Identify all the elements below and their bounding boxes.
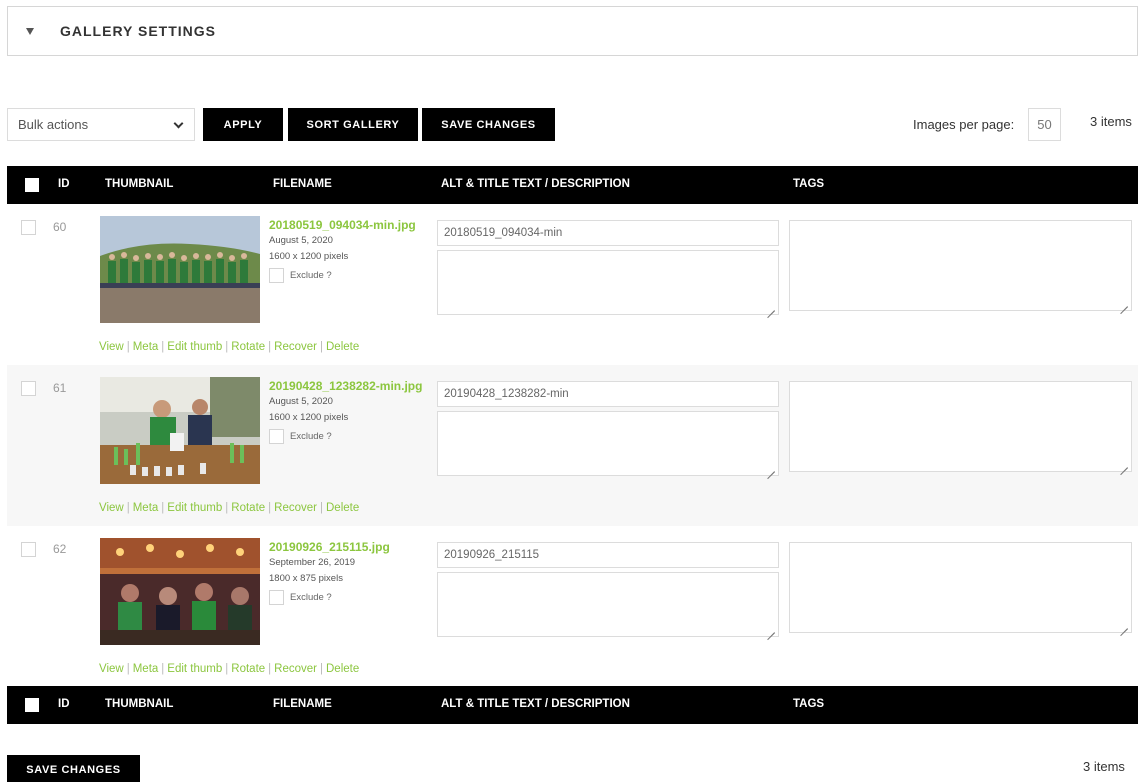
exclude-label: Exclude ? <box>290 270 332 281</box>
tags-textarea[interactable] <box>789 381 1132 472</box>
sort-gallery-button[interactable]: SORT GALLERY <box>288 108 418 141</box>
description-textarea[interactable] <box>437 411 779 476</box>
row-id: 62 <box>53 542 67 556</box>
items-count-bottom: 3 items <box>1083 759 1125 774</box>
resize-grip-icon[interactable] <box>1120 460 1128 468</box>
column-header-thumbnail: THUMBNAIL <box>105 178 174 190</box>
column-header-filename[interactable]: FILENAME <box>273 178 332 190</box>
thumbnail-image[interactable] <box>100 538 260 645</box>
rotate-link[interactable]: Rotate <box>231 502 265 514</box>
delete-link[interactable]: Delete <box>326 502 359 514</box>
resize-grip-icon[interactable] <box>767 303 775 311</box>
select-all-checkbox[interactable] <box>25 178 39 192</box>
row-id: 61 <box>53 381 67 395</box>
file-dimensions: 1600 x 1200 pixels <box>269 251 349 262</box>
meta-link[interactable]: Meta <box>133 341 159 353</box>
rotate-link[interactable]: Rotate <box>231 341 265 353</box>
filename-link[interactable]: 20180519_094034-min.jpg <box>269 218 416 232</box>
column-header-alt-title: ALT & TITLE TEXT / DESCRIPTION <box>441 698 630 710</box>
save-changes-bottom-button[interactable]: SAVE CHANGES <box>7 755 140 782</box>
exclude-checkbox[interactable] <box>269 590 284 605</box>
view-link[interactable]: View <box>99 341 124 353</box>
meta-link[interactable]: Meta <box>133 502 159 514</box>
alt-title-input[interactable]: 20180519_094034-min <box>437 220 779 246</box>
images-per-page-label: Images per page: <box>913 117 1015 132</box>
gallery-settings-panel[interactable]: GALLERY SETTINGS <box>7 6 1138 56</box>
exclude-label: Exclude ? <box>290 431 332 442</box>
edit-thumb-link[interactable]: Edit thumb <box>167 502 222 514</box>
gallery-settings-title: GALLERY SETTINGS <box>60 23 217 39</box>
bulk-actions-label: Bulk actions <box>18 117 89 132</box>
file-dimensions: 1600 x 1200 pixels <box>269 412 349 423</box>
table-row: 62 20190926_215115.jpg September 26, 201… <box>7 526 1138 687</box>
row-actions: View | Meta | Edit thumb | Rotate | Recover | Dele… <box>99 341 360 353</box>
resize-grip-icon[interactable] <box>767 464 775 472</box>
row-actions: View | Meta | Edit thumb | Rotate | Recover | Dele… <box>99 502 360 514</box>
rotate-link[interactable]: Rotate <box>231 663 265 675</box>
recover-link[interactable]: Recover <box>274 502 317 514</box>
column-header-tags: TAGS <box>793 698 825 710</box>
column-header-alt-title: ALT & TITLE TEXT / DESCRIPTION <box>441 178 630 190</box>
table-row: 60 20180519_094034-min.jpg August 5, 202… <box>7 204 1138 365</box>
recover-link[interactable]: Recover <box>274 663 317 675</box>
thumbnail-image[interactable] <box>100 377 260 484</box>
alt-title-input[interactable]: 20190926_215115 <box>437 542 779 568</box>
view-link[interactable]: View <box>99 502 124 514</box>
row-actions: View | Meta | Edit thumb | Rotate | Recover | Dele… <box>99 663 360 675</box>
recover-link[interactable]: Recover <box>274 341 317 353</box>
view-link[interactable]: View <box>99 663 124 675</box>
row-checkbox[interactable] <box>21 542 36 557</box>
exclude-label: Exclude ? <box>290 592 332 603</box>
delete-link[interactable]: Delete <box>326 663 359 675</box>
exclude-checkbox[interactable] <box>269 268 284 283</box>
description-textarea[interactable] <box>437 572 779 637</box>
tags-textarea[interactable] <box>789 220 1132 311</box>
row-id: 60 <box>53 220 67 234</box>
column-header-id[interactable]: ID <box>58 698 70 710</box>
column-header-tags: TAGS <box>793 178 825 190</box>
table-row: 61 20190428_1238282-min.jpg August 5, 20… <box>7 365 1138 526</box>
table-footer-header: ID THUMBNAIL FILENAME ALT & TITLE TEXT /… <box>7 686 1138 724</box>
delete-link[interactable]: Delete <box>326 341 359 353</box>
select-all-checkbox[interactable] <box>25 698 39 712</box>
column-header-thumbnail: THUMBNAIL <box>105 698 174 710</box>
file-date: August 5, 2020 <box>269 396 333 407</box>
column-header-id[interactable]: ID <box>58 178 70 190</box>
row-checkbox[interactable] <box>21 381 36 396</box>
resize-grip-icon[interactable] <box>1120 621 1128 629</box>
column-header-filename[interactable]: FILENAME <box>273 698 332 710</box>
bulk-actions-select[interactable]: Bulk actions <box>7 108 195 141</box>
description-textarea[interactable] <box>437 250 779 315</box>
alt-title-input[interactable]: 20190428_1238282-min <box>437 381 779 407</box>
resize-grip-icon[interactable] <box>1120 299 1128 307</box>
filename-link[interactable]: 20190428_1238282-min.jpg <box>269 379 422 393</box>
toolbar: Bulk actions APPLY SORT GALLERY SAVE CHA… <box>7 107 1138 141</box>
table-header: ID THUMBNAIL FILENAME ALT & TITLE TEXT /… <box>7 166 1138 204</box>
chevron-down-icon <box>173 118 184 129</box>
collapse-triangle-icon[interactable] <box>26 27 34 35</box>
file-dimensions: 1800 x 875 pixels <box>269 573 343 584</box>
resize-grip-icon[interactable] <box>767 625 775 633</box>
tags-textarea[interactable] <box>789 542 1132 633</box>
file-date: September 26, 2019 <box>269 557 356 568</box>
file-date: August 5, 2020 <box>269 235 333 246</box>
filename-link[interactable]: 20190926_215115.jpg <box>269 540 390 554</box>
edit-thumb-link[interactable]: Edit thumb <box>167 663 222 675</box>
meta-link[interactable]: Meta <box>133 663 159 675</box>
row-checkbox[interactable] <box>21 220 36 235</box>
items-count: 3 items <box>1090 114 1132 129</box>
apply-button[interactable]: APPLY <box>203 108 283 141</box>
thumbnail-image[interactable] <box>100 216 260 323</box>
edit-thumb-link[interactable]: Edit thumb <box>167 341 222 353</box>
exclude-checkbox[interactable] <box>269 429 284 444</box>
save-changes-button[interactable]: SAVE CHANGES <box>422 108 555 141</box>
images-per-page-input[interactable]: 50 <box>1028 108 1061 141</box>
